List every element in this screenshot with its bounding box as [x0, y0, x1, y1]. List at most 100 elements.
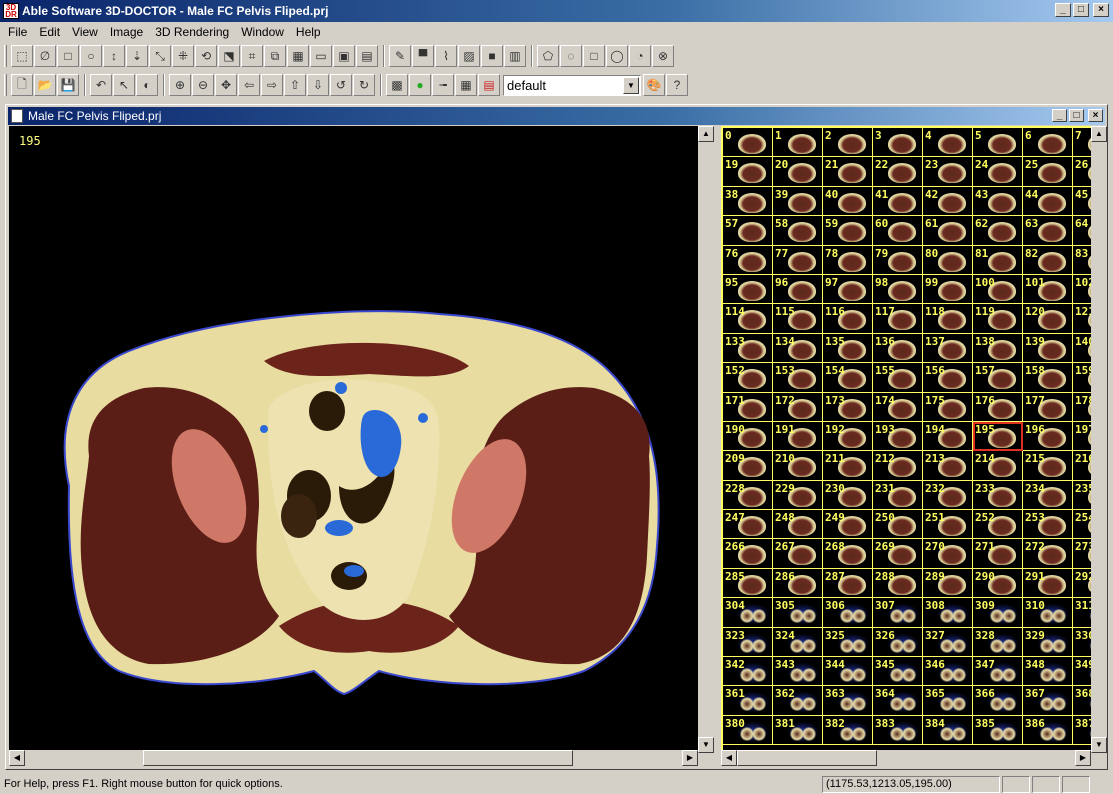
slice-thumbnail[interactable]: 42 — [923, 186, 973, 217]
slice-thumbnail[interactable]: 176 — [973, 392, 1023, 422]
slice-thumbnail[interactable]: 386 — [1023, 715, 1073, 746]
polygon-icon[interactable]: ⬠ — [537, 45, 559, 67]
slice-thumbnail[interactable]: 81 — [973, 245, 1023, 275]
save-icon[interactable]: 💾 — [57, 74, 79, 96]
slice-thumbnail[interactable]: 116 — [823, 304, 873, 334]
slice-thumbnail[interactable]: 308 — [923, 598, 973, 628]
scroll-right-icon[interactable]: ▶ — [682, 750, 698, 766]
crop-icon[interactable]: ⌗ — [241, 45, 263, 67]
slice-thumbnail[interactable]: 80 — [923, 245, 973, 275]
ellipse-icon[interactable]: ○ — [80, 45, 102, 67]
pencil-icon[interactable]: ✎ — [389, 45, 411, 67]
slice-thumbnail[interactable]: 178 — [1073, 393, 1091, 422]
slice-thumbnail[interactable]: 381 — [773, 715, 823, 746]
slice-thumbnail[interactable]: 196 — [1023, 421, 1073, 452]
slice-thumbnail[interactable]: 349 — [1073, 657, 1091, 687]
slice-thumbnail[interactable]: 291 — [1023, 568, 1073, 599]
slice-thumbnail[interactable]: 361 — [723, 686, 773, 716]
slice-thumbnail[interactable]: 155 — [873, 363, 923, 393]
arrow-right-icon[interactable]: ⇨ — [261, 74, 283, 96]
slice-thumbnail[interactable]: 269 — [873, 539, 923, 569]
connector-icon[interactable]: ╼ — [432, 74, 454, 96]
chevron-down-icon[interactable]: ▼ — [623, 76, 639, 94]
arrow-left-icon[interactable]: ⇦ — [238, 74, 260, 96]
slice-thumbnail[interactable]: 157 — [973, 363, 1023, 393]
doc-minimize-button[interactable]: _ — [1052, 109, 1067, 122]
slice-thumbnail[interactable]: 288 — [873, 568, 923, 599]
slice-thumbnail[interactable]: 60 — [873, 216, 923, 246]
move-down-icon[interactable]: ⇣ — [126, 45, 148, 67]
contrast-icon[interactable]: ◐ — [136, 74, 158, 96]
new-file-icon[interactable]: 🗋 — [11, 74, 33, 96]
close-button[interactable]: × — [1093, 3, 1109, 17]
red-stack-icon[interactable]: ▤ — [478, 74, 500, 96]
delete-shape-icon[interactable]: ⊗ — [652, 45, 674, 67]
slice-thumbnail[interactable]: 380 — [723, 715, 773, 746]
slice-thumbnail[interactable]: 97 — [823, 274, 873, 305]
slice-thumbnail[interactable]: 23 — [923, 157, 973, 187]
select-rect-icon[interactable]: ⬚ — [11, 45, 33, 67]
slice-thumbnail[interactable]: 209 — [723, 451, 773, 481]
slice-thumbnail[interactable]: 174 — [873, 392, 923, 422]
slice-thumbnail[interactable]: 271 — [973, 539, 1023, 569]
slice-thumbnail[interactable]: 287 — [823, 568, 873, 599]
undo-icon[interactable]: ↶ — [90, 74, 112, 96]
thumbnail-vertical-scrollbar[interactable]: ▲ ▼ — [1091, 126, 1107, 753]
slice-thumbnail[interactable]: 190 — [723, 421, 773, 452]
slice-thumbnail[interactable]: 273 — [1073, 539, 1091, 569]
slice-thumbnail[interactable]: 344 — [823, 657, 873, 687]
scroll-down-icon[interactable]: ▼ — [698, 737, 714, 753]
slice-thumbnail[interactable]: 231 — [873, 480, 923, 511]
thumb-scroll-up-icon[interactable]: ▲ — [1091, 126, 1107, 142]
slice-thumbnail[interactable]: 324 — [773, 627, 823, 658]
slice-thumbnail[interactable]: 325 — [823, 627, 873, 658]
slice-thumbnail[interactable]: 197 — [1073, 422, 1091, 452]
calculator-icon[interactable]: ▦ — [455, 74, 477, 96]
rotate-cw-icon[interactable]: ↻ — [353, 74, 375, 96]
slice-thumbnail[interactable]: 365 — [923, 686, 973, 716]
arc-icon[interactable]: ◔ — [629, 45, 651, 67]
slice-thumbnail[interactable]: 5 — [973, 128, 1023, 158]
slice-thumbnail[interactable]: 289 — [923, 568, 973, 599]
slice-thumbnail[interactable]: 233 — [973, 480, 1023, 511]
edit-points-icon[interactable]: ⤡ — [149, 45, 171, 67]
slice-thumbnail[interactable]: 117 — [873, 304, 923, 334]
picture-icon[interactable]: ▨ — [458, 45, 480, 67]
move-up-down-icon[interactable]: ↕ — [103, 45, 125, 67]
slice-thumbnail[interactable]: 228 — [723, 480, 773, 511]
thumbnail-horizontal-scrollbar[interactable]: ◀ ▶ — [721, 750, 1091, 766]
slice-thumbnail[interactable]: 347 — [973, 657, 1023, 687]
slice-thumbnail[interactable]: 171 — [723, 392, 773, 422]
slice-thumbnail[interactable]: 323 — [723, 627, 773, 658]
slice-thumbnail[interactable]: 3 — [873, 128, 923, 158]
menu-file[interactable]: File — [2, 22, 33, 41]
slice-thumbnail[interactable]: 215 — [1023, 451, 1073, 481]
slice-thumbnail[interactable]: 309 — [973, 598, 1023, 628]
slice-thumbnail[interactable]: 100 — [973, 274, 1023, 305]
bars-icon[interactable]: ▥ — [504, 45, 526, 67]
slice-thumbnail[interactable]: 136 — [873, 333, 923, 364]
slice-thumbnail[interactable]: 120 — [1023, 304, 1073, 334]
menu-3d-rendering[interactable]: 3D Rendering — [149, 22, 235, 41]
rotate-ccw-icon[interactable]: ↺ — [330, 74, 352, 96]
slice-thumbnail[interactable]: 43 — [973, 186, 1023, 217]
slice-thumbnail-grid[interactable]: 0 1 2 3 4 5 6 7 19 20 21 22 23 24 25 26 38 39 40 41 42 43 44 45… — [721, 126, 1093, 753]
fill-icon[interactable]: ▀ — [412, 45, 434, 67]
slice-thumbnail[interactable]: 38 — [723, 186, 773, 217]
slice-thumbnail[interactable]: 329 — [1023, 627, 1073, 658]
slice-thumbnail[interactable]: 137 — [923, 333, 973, 364]
slice-thumbnail[interactable]: 327 — [923, 627, 973, 658]
slice-thumbnail[interactable]: 229 — [773, 480, 823, 511]
palette-icon[interactable]: 🎨 — [643, 74, 665, 96]
toolbar-grip[interactable] — [4, 45, 7, 67]
slice-thumbnail[interactable]: 326 — [873, 627, 923, 658]
slice-thumbnail[interactable]: 121 — [1073, 304, 1091, 334]
slice-thumbnail[interactable]: 251 — [923, 510, 973, 540]
slice-thumbnail[interactable]: 153 — [773, 363, 823, 393]
slice-thumbnail[interactable]: 173 — [823, 392, 873, 422]
slice-thumbnail[interactable]: 367 — [1023, 686, 1073, 716]
slice-thumbnail[interactable]: 159 — [1073, 363, 1091, 393]
slice-thumbnail[interactable]: 61 — [923, 216, 973, 246]
slice-thumbnail[interactable]: 195 — [973, 421, 1023, 452]
slice-thumbnail[interactable]: 310 — [1023, 598, 1073, 628]
